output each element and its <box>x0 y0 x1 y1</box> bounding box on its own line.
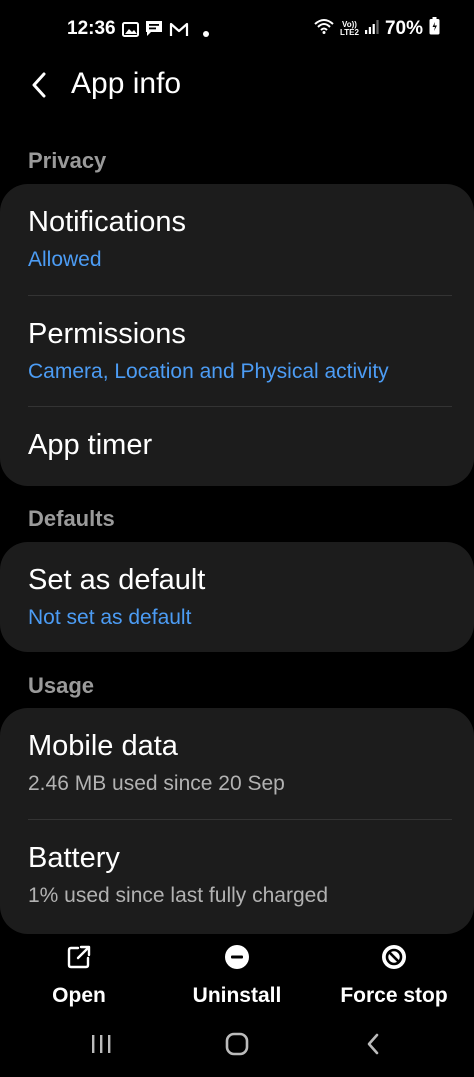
open-external-icon <box>67 945 91 969</box>
mobile-data-usage: 2.46 MB used since 20 Sep <box>28 772 285 795</box>
permissions-summary: Camera, Location and Physical activity <box>28 360 389 383</box>
bottom-action-bar: Open Uninstall Force stop <box>0 932 474 1012</box>
more-notifications-dot-icon <box>203 21 209 43</box>
battery-icon <box>429 17 440 41</box>
section-header-privacy: Privacy <box>28 148 107 173</box>
section-header-defaults: Defaults <box>28 506 115 531</box>
app-timer-row[interactable]: App timer <box>0 407 474 486</box>
set-as-default-title: Set as default <box>28 564 206 596</box>
gmail-icon <box>169 21 189 43</box>
status-bar: 12:36 Vo)) LTE2 70% <box>0 0 474 60</box>
permissions-row[interactable]: Permissions Camera, Location and Physica… <box>0 296 474 406</box>
uninstall-label: Uninstall <box>192 984 282 1007</box>
permissions-title: Permissions <box>28 318 186 350</box>
app-info-screen: 12:36 Vo)) LTE2 70% App info Privacy Not… <box>0 0 474 1077</box>
network-type-icon: Vo)) LTE2 <box>340 20 359 37</box>
message-icon <box>145 20 163 43</box>
battery-percentage: 70% <box>384 18 423 39</box>
battery-usage: 1% used since last fully charged <box>28 884 328 907</box>
status-time: 12:36 <box>67 18 116 39</box>
status-right-icons: Vo)) LTE2 70% <box>314 17 440 41</box>
back-icon <box>367 1033 379 1055</box>
block-icon <box>382 945 406 969</box>
gallery-icon <box>122 21 139 43</box>
minus-circle-icon <box>225 945 249 969</box>
chevron-left-icon <box>32 72 46 98</box>
home-icon <box>225 1032 249 1056</box>
uninstall-button[interactable]: Uninstall <box>162 940 312 1007</box>
force-stop-button[interactable]: Force stop <box>319 940 469 1007</box>
privacy-card: Notifications Allowed Permissions Camera… <box>0 184 474 486</box>
notifications-title: Notifications <box>28 206 186 238</box>
system-navigation-bar <box>0 1012 474 1077</box>
battery-title: Battery <box>28 842 120 874</box>
set-as-default-row[interactable]: Set as default Not set as default <box>0 542 474 652</box>
signal-strength-icon <box>364 18 379 40</box>
set-as-default-status: Not set as default <box>28 606 192 629</box>
force-stop-label: Force stop <box>340 984 448 1007</box>
section-header-usage: Usage <box>28 673 95 698</box>
defaults-card: Set as default Not set as default <box>0 542 474 652</box>
mobile-data-title: Mobile data <box>28 730 178 762</box>
app-bar: App info <box>0 60 474 110</box>
battery-row[interactable]: Battery 1% used since last fully charged <box>0 820 474 934</box>
status-notification-icons <box>122 20 209 43</box>
back-button[interactable] <box>24 68 54 102</box>
recent-apps-button[interactable] <box>71 1026 131 1062</box>
mobile-data-row[interactable]: Mobile data 2.46 MB used since 20 Sep <box>0 708 474 819</box>
page-title: App info <box>71 67 182 100</box>
open-button[interactable]: Open <box>4 940 154 1007</box>
usage-card: Mobile data 2.46 MB used since 20 Sep Ba… <box>0 708 474 934</box>
wifi-calling-icon <box>314 18 334 40</box>
app-timer-title: App timer <box>28 429 153 461</box>
back-nav-button[interactable] <box>343 1026 403 1062</box>
open-label: Open <box>52 984 106 1007</box>
notifications-row[interactable]: Notifications Allowed <box>0 184 474 295</box>
notifications-status: Allowed <box>28 248 102 271</box>
home-button[interactable] <box>207 1026 267 1062</box>
recent-apps-icon <box>92 1035 111 1053</box>
